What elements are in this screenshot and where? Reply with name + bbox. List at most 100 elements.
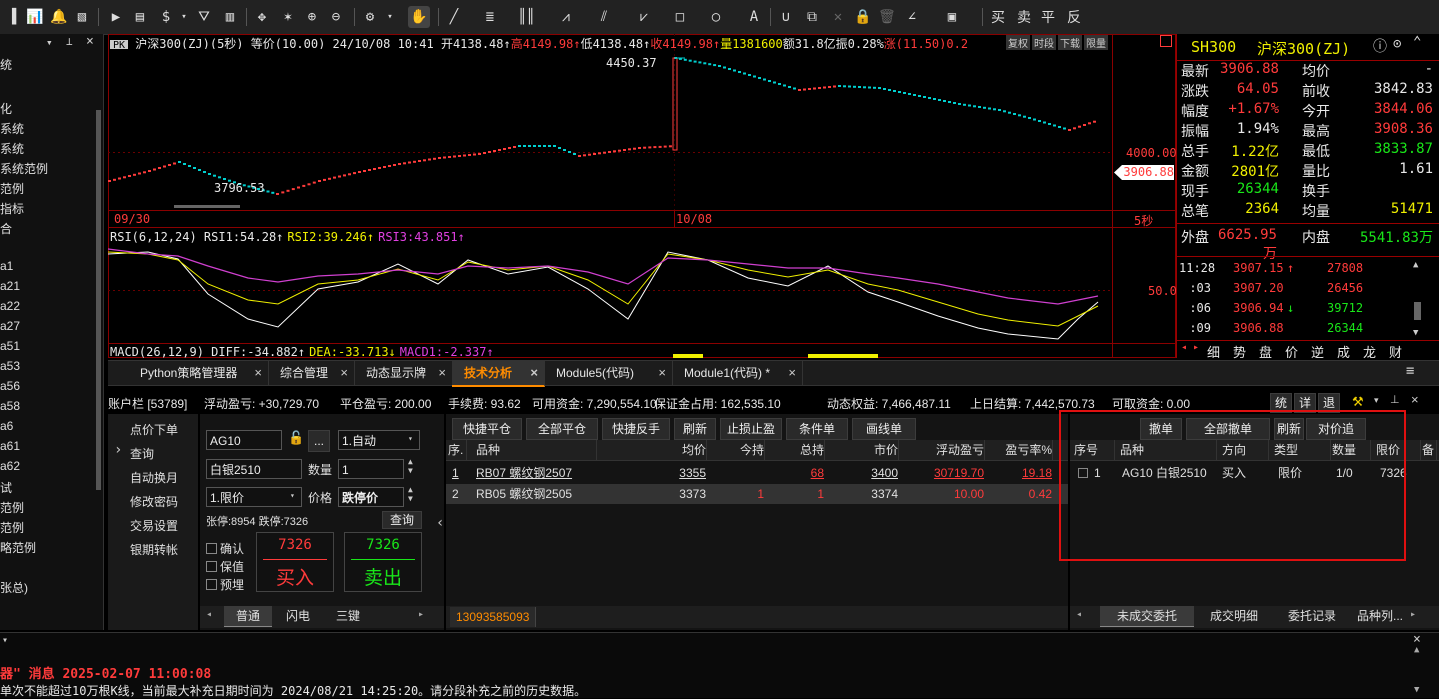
sell-button[interactable]: 7326 卖出	[344, 532, 422, 592]
toolbar-close-button[interactable]: 平	[1040, 6, 1056, 28]
no-crosshair-icon[interactable]: ✶	[280, 6, 296, 28]
tick-scrollbar[interactable]: ▲ ▼	[1413, 260, 1423, 340]
menu-icon[interactable]: ▐	[4, 6, 20, 28]
order-menu-item[interactable]: 交易设置	[130, 517, 178, 534]
quote-collapse-icon[interactable]: ⌃	[1413, 34, 1421, 50]
price-input[interactable]: 跌停价	[338, 487, 404, 507]
order-mode-tab[interactable]: 三键	[324, 606, 372, 626]
sidebar-item[interactable]: a51	[0, 339, 20, 353]
tab-5[interactable]: Module1(代码) * ×	[672, 361, 803, 385]
save-icon[interactable]: ▣	[944, 6, 960, 28]
settings-dropdown-icon[interactable]: ▾	[382, 6, 398, 28]
order-mode-tab[interactable]: 闪电	[274, 606, 322, 626]
text-tool-icon[interactable]: A	[746, 6, 762, 28]
orders-header-cell[interactable]: 数量	[1332, 440, 1371, 460]
account-pin-icon[interactable]: ⊥	[1390, 393, 1400, 406]
tab-0[interactable]: Python策略管理器 ×	[108, 361, 269, 385]
mode-tabs-left-arrow[interactable]: ◂	[206, 609, 212, 620]
sidebar-scrollbar[interactable]	[96, 110, 101, 490]
code-browse-button[interactable]: ...	[308, 430, 330, 452]
tab-1[interactable]: 综合管理 ×	[268, 361, 355, 385]
sidebar-close-icon[interactable]: ×	[86, 34, 94, 49]
order-action-button[interactable]: 刷新	[1274, 418, 1304, 440]
positions-header-cell[interactable]: 盈亏率%	[988, 440, 1053, 460]
tab-close-icon[interactable]: ×	[438, 361, 446, 385]
positions-header-cell[interactable]: 浮动盈亏	[904, 440, 985, 460]
code-input[interactable]: AG10	[206, 430, 282, 450]
tab-2[interactable]: 动态显示牌 ×	[354, 361, 453, 385]
toolbar-sell-button[interactable]: 卖	[1016, 6, 1032, 28]
qty-stepper[interactable]: ▲ ▼	[408, 457, 413, 475]
order-mode-tab[interactable]: 普通	[224, 606, 272, 627]
hand-icon[interactable]: ✋	[408, 6, 430, 28]
orders-header-cell[interactable]: 方向	[1222, 440, 1269, 460]
chart-header-button[interactable]: 复权	[1006, 35, 1030, 50]
price-type-dropdown-icon[interactable]: ▾	[290, 491, 295, 500]
trash-icon[interactable]: 🗑	[878, 6, 896, 28]
sidebar-item[interactable]: a21	[0, 279, 20, 293]
position-button[interactable]: 快捷反手	[602, 418, 670, 440]
orders-header-cell[interactable]: 备	[1422, 440, 1437, 460]
toolbar-reverse-button[interactable]: 反	[1066, 6, 1082, 28]
sidebar-item[interactable]: a53	[0, 359, 20, 373]
scroll-thumb[interactable]	[174, 205, 240, 208]
sidebar-item[interactable]: a6	[0, 419, 13, 433]
orders-header-cell[interactable]: 序号	[1074, 440, 1115, 460]
line-tool-icon[interactable]: ╱	[446, 6, 462, 28]
order-menu-item[interactable]: 自动换月	[130, 469, 178, 486]
kline-icon[interactable]: 📊	[26, 6, 43, 28]
order-row-checkbox[interactable]	[1078, 468, 1088, 478]
orders-header-cell[interactable]: 品种	[1120, 440, 1217, 460]
bell-icon[interactable]: 🔔	[50, 6, 67, 28]
name-field[interactable]: 白银2510	[206, 459, 302, 479]
tab-3[interactable]: 技术分析 ×	[452, 361, 545, 387]
fib-tool-icon[interactable]: ≣	[482, 6, 498, 28]
order-menu-item[interactable]: 点价下单	[130, 421, 178, 438]
lock-code-icon[interactable]: 🔓	[288, 431, 304, 446]
sidebar-item[interactable]: a22	[0, 299, 20, 313]
order-menu-item[interactable]: 银期转帐	[130, 541, 178, 558]
sidebar-item[interactable]: 范例	[0, 499, 24, 516]
buy-button[interactable]: 7326 买入	[256, 532, 334, 592]
order-menu-item[interactable]: 查询	[130, 445, 154, 462]
position-button[interactable]: 条件单	[786, 418, 848, 440]
qty-input[interactable]: 1	[338, 459, 404, 479]
position-button[interactable]: 画线单	[852, 418, 916, 440]
msg-scroll-up[interactable]: ▲	[1414, 645, 1419, 655]
sidebar-item[interactable]: 统	[0, 56, 12, 73]
quote-tab[interactable]: 盘	[1259, 342, 1272, 361]
delete-icon[interactable]: ✕	[830, 6, 846, 28]
account-close-icon[interactable]: ×	[1411, 392, 1419, 407]
sidebar-item[interactable]: 范例	[0, 519, 24, 536]
quote-tab[interactable]: 价	[1285, 342, 1298, 361]
quote-tab[interactable]: 财	[1389, 342, 1402, 361]
sidebar-item[interactable]: 张总)	[0, 579, 28, 596]
chart-header-button[interactable]: 限量	[1084, 35, 1108, 50]
zoom-in-icon[interactable]: ⊕	[304, 6, 320, 28]
sidebar-dropdown-icon[interactable]: ▾	[46, 36, 53, 49]
quote-tab[interactable]: 逆	[1311, 342, 1324, 361]
document-icon[interactable]: ▤	[132, 6, 148, 28]
order-menu-item[interactable]: 修改密码	[130, 493, 178, 510]
order-action-button[interactable]: 撤单	[1140, 418, 1182, 440]
tab-close-icon[interactable]: ×	[254, 361, 262, 385]
zoom-out-icon[interactable]: ⊖	[328, 6, 344, 28]
position-button[interactable]: 刷新	[674, 418, 716, 440]
sidebar-item[interactable]: 范例	[0, 180, 24, 197]
sidebar-item[interactable]: a58	[0, 399, 20, 413]
checkbox-box[interactable]	[206, 543, 217, 554]
account-dropdown-icon[interactable]: ▾	[1374, 395, 1379, 406]
table-row[interactable]: 1 AG10 白银2510 买入 限价 1/0 7326	[1070, 463, 1439, 483]
positions-header-cell[interactable]: 市价	[830, 440, 899, 460]
bars-tool-icon[interactable]: ║║	[518, 6, 535, 28]
chart-header-button[interactable]: 下载	[1058, 35, 1082, 50]
orders-header-cell[interactable]: 类型	[1274, 440, 1331, 460]
account-button[interactable]: 退	[1318, 393, 1340, 413]
sidebar-item[interactable]: 系统范例	[0, 160, 48, 177]
quote-refresh-icon[interactable]: ⊙	[1393, 36, 1401, 52]
mode-tabs-right-arrow[interactable]: ▸	[418, 609, 424, 620]
circle-tool-icon[interactable]: ○	[708, 6, 724, 28]
positions-header-cell[interactable]: 均价	[606, 440, 707, 460]
sidebar-item[interactable]: a56	[0, 379, 20, 393]
copy-icon[interactable]: ⧉	[804, 6, 820, 28]
